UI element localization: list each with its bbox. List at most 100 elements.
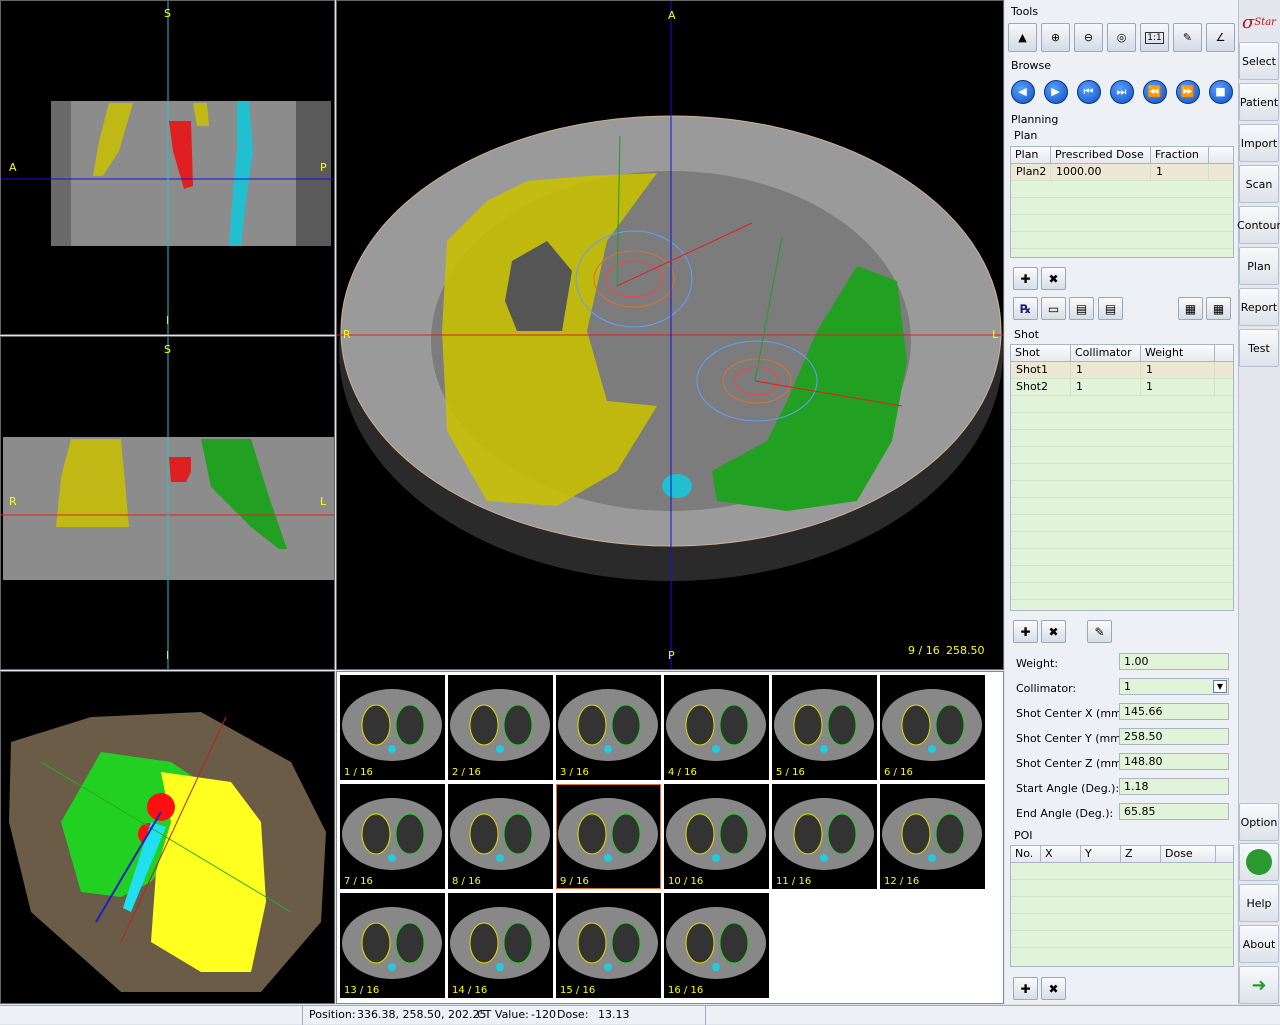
stop-button[interactable]: ■ — [1206, 77, 1235, 106]
slice-thumbnail[interactable]: 10 / 16 — [664, 784, 769, 889]
empty-row — [1011, 583, 1233, 600]
slice-thumbnail[interactable]: 16 / 16 — [664, 893, 769, 998]
shot-center-x-field[interactable]: 145.66 — [1119, 703, 1229, 720]
dvh-button[interactable]: ▭ — [1041, 297, 1066, 320]
slice-thumbnail[interactable]: 11 / 16 — [772, 784, 877, 889]
slice-thumbnail[interactable]: 4 / 16 — [664, 675, 769, 780]
column-header[interactable]: Y — [1081, 846, 1121, 862]
slice-thumbnail[interactable]: 2 / 16 — [448, 675, 553, 780]
sidebar-item-report[interactable]: Report — [1239, 288, 1279, 326]
add-plan-button[interactable]: ✚ — [1013, 267, 1038, 290]
column-header[interactable]: Weight — [1141, 345, 1215, 361]
shot-table[interactable]: Shot Collimator Weight Shot1 1 1 Shot2 1 1 — [1010, 344, 1234, 611]
empty-row — [1011, 863, 1233, 880]
empty-row — [1011, 413, 1233, 430]
add-icon: ✚ — [1020, 271, 1031, 286]
status-bar: Position: 336.38, 258.50, 202.25 CT Valu… — [0, 1005, 1280, 1025]
sidebar-item-contour[interactable]: Contour — [1237, 206, 1280, 244]
column-header[interactable]: Plan — [1011, 147, 1051, 163]
column-header[interactable]: Shot — [1011, 345, 1071, 361]
skip-last-icon: ⏭ — [1109, 79, 1134, 104]
zoom-fit-button[interactable]: ◎ — [1107, 23, 1136, 52]
zoom-out-button[interactable]: ⊖ — [1074, 23, 1103, 52]
exit-button[interactable]: ➜ — [1239, 966, 1279, 1004]
about-button[interactable]: About — [1239, 925, 1279, 963]
slice-thumbnail[interactable]: 14 / 16 — [448, 893, 553, 998]
column-header[interactable]: Collimator — [1071, 345, 1141, 361]
report-button-1[interactable]: ▤ — [1069, 297, 1094, 320]
angle-tool-button[interactable]: ∠ — [1206, 23, 1235, 52]
slice-thumbnail[interactable]: 9 / 16 — [556, 784, 661, 889]
calculate-button[interactable]: ▦ — [1178, 297, 1203, 320]
column-header[interactable]: Fraction — [1151, 147, 1209, 163]
sidebar-item-patient[interactable]: Patient — [1239, 83, 1279, 121]
sidebar-item-test[interactable]: Test — [1239, 329, 1279, 367]
zoom-in-button[interactable]: ⊕ — [1041, 23, 1070, 52]
slice-thumbnail[interactable]: 13 / 16 — [340, 893, 445, 998]
first-button[interactable]: ⏮ — [1074, 77, 1103, 106]
report-button-2[interactable]: ▤ — [1098, 297, 1123, 320]
remove-poi-button[interactable]: ✖ — [1041, 977, 1066, 1000]
slice-thumbnail[interactable]: 5 / 16 — [772, 675, 877, 780]
calculate-button-2[interactable]: ▦ — [1206, 297, 1231, 320]
fast-forward-button[interactable]: ⏩ — [1173, 77, 1202, 106]
shot-center-z-field[interactable]: 148.80 — [1119, 753, 1229, 770]
document-icon: ▤ — [1075, 301, 1088, 316]
edit-shot-button[interactable]: ✎ — [1087, 620, 1112, 643]
thumbnail-image — [450, 798, 550, 870]
user-button[interactable] — [1239, 843, 1279, 881]
column-header[interactable]: X — [1041, 846, 1081, 862]
option-button[interactable]: Option — [1239, 803, 1279, 841]
calculator-icon-2: ▦ — [1212, 301, 1225, 316]
plan-table[interactable]: Plan Prescribed Dose Fraction Plan2 1000.00 1 — [1010, 146, 1234, 258]
weight-field[interactable]: 1.00 — [1119, 653, 1229, 670]
thumbnail-image — [342, 798, 442, 870]
slice-thumbnail[interactable]: 6 / 16 — [880, 675, 985, 780]
ruler-tool-button[interactable]: ✎ — [1173, 23, 1202, 52]
next-button[interactable]: ▶ — [1041, 77, 1070, 106]
slice-thumbnail[interactable]: 8 / 16 — [448, 784, 553, 889]
table-row[interactable]: Shot1 1 1 — [1011, 362, 1233, 379]
thumbnail-grid: 1 / 16 2 / 16 3 / 16 4 / 16 5 / 16 6 / 16 7 / … — [336, 671, 1004, 1004]
3d-view[interactable] — [0, 671, 335, 1004]
sidebar-item-select[interactable]: Select — [1239, 42, 1279, 80]
help-button[interactable]: Help — [1239, 884, 1279, 922]
remove-shot-button[interactable]: ✖ — [1041, 620, 1066, 643]
slice-thumbnail[interactable]: 15 / 16 — [556, 893, 661, 998]
chevron-down-icon[interactable]: ▼ — [1213, 680, 1227, 693]
table-row[interactable]: Plan2 1000.00 1 — [1011, 164, 1233, 181]
prev-button[interactable]: ◀ — [1008, 77, 1037, 106]
sidebar-item-plan[interactable]: Plan — [1239, 247, 1279, 285]
slice-thumbnail[interactable]: 7 / 16 — [340, 784, 445, 889]
column-header[interactable]: No. — [1011, 846, 1041, 862]
slice-thumbnail[interactable]: 1 / 16 — [340, 675, 445, 780]
sidebar-item-scan[interactable]: Scan — [1239, 165, 1279, 203]
status-divider-2 — [705, 1006, 706, 1025]
sagittal-view[interactable]: S I A P — [0, 0, 335, 335]
sidebar-item-import[interactable]: Import — [1239, 124, 1279, 162]
empty-row — [1011, 897, 1233, 914]
add-shot-button[interactable]: ✚ — [1013, 620, 1038, 643]
histogram-tool-button[interactable]: ▲ — [1008, 23, 1037, 52]
start-angle-field[interactable]: 1.18 — [1119, 778, 1229, 795]
actual-size-button[interactable]: 1:1 — [1140, 23, 1169, 52]
shot-center-y-field[interactable]: 258.50 — [1119, 728, 1229, 745]
collimator-select[interactable]: 1 ▼ — [1119, 678, 1229, 695]
prescription-button[interactable]: ℞ — [1013, 297, 1038, 320]
table-row[interactable]: Shot2 1 1 — [1011, 379, 1233, 396]
slice-thumbnail[interactable]: 3 / 16 — [556, 675, 661, 780]
column-header[interactable]: Prescribed Dose — [1051, 147, 1151, 163]
end-angle-field[interactable]: 65.85 — [1119, 803, 1229, 820]
poi-table[interactable]: No. X Y Z Dose — [1010, 845, 1234, 967]
column-header[interactable]: Dose — [1161, 846, 1216, 862]
end-angle-label: End Angle (Deg.): — [1016, 807, 1114, 820]
rewind-button[interactable]: ⏪ — [1140, 77, 1169, 106]
slice-thumbnail[interactable]: 12 / 16 — [880, 784, 985, 889]
last-button[interactable]: ⏭ — [1107, 77, 1136, 106]
remove-plan-button[interactable]: ✖ — [1041, 267, 1066, 290]
column-header[interactable]: Z — [1121, 846, 1161, 862]
axial-view[interactable]: A P R L 9 / 16 258.50 — [336, 0, 1004, 670]
shot-center-z-label: Shot Center Z (mm): — [1016, 757, 1130, 770]
coronal-view[interactable]: S I R L — [0, 336, 335, 670]
add-poi-button[interactable]: ✚ — [1013, 977, 1038, 1000]
